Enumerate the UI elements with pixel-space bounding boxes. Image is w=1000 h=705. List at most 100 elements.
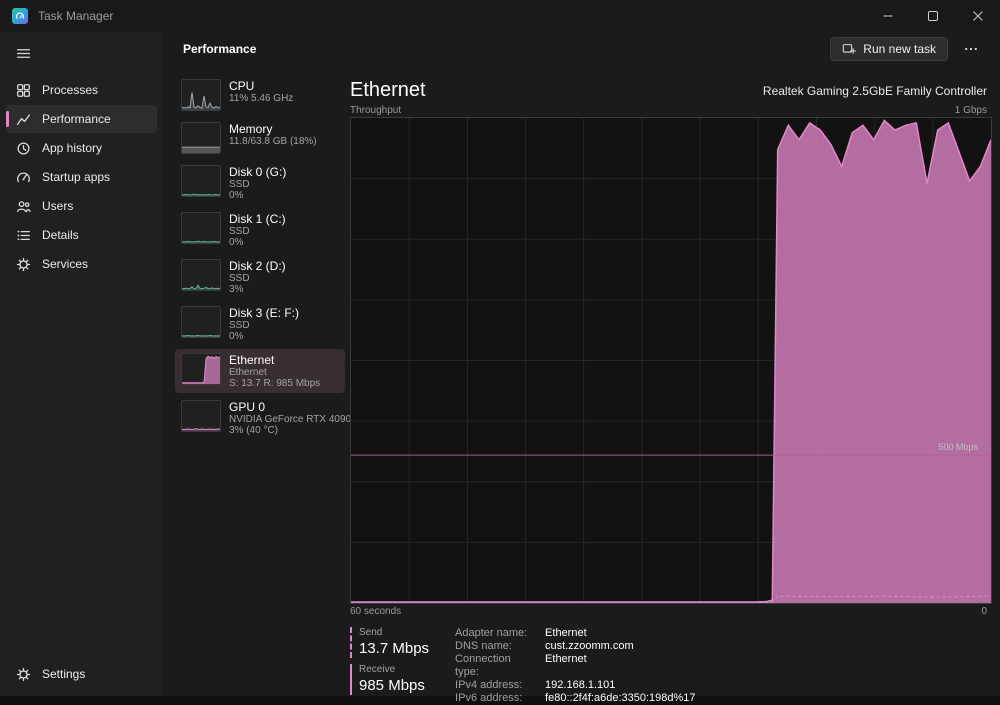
field-value: Ethernet [545, 653, 587, 665]
window-title: Task Manager [38, 9, 114, 23]
titlebar: Task Manager [0, 0, 1000, 32]
field-label: IPv4 address: [455, 679, 523, 691]
perf-item-text: Memory 11.8/63.8 GB (18%) [229, 122, 317, 154]
ethernet-throughput-chart [350, 117, 992, 604]
processes-icon [16, 83, 31, 98]
perf-item-title: Disk 3 (E: F:) [229, 306, 300, 320]
field-value: fe80::2f4f:a6de:3350:198d%17 [545, 692, 696, 704]
x-axis-right-label: 0 [981, 606, 987, 617]
chart-y-max-label: 1 Gbps [954, 105, 987, 116]
ethernet-detail-panel: Ethernet Realtek Gaming 2.5GbE Family Co… [345, 66, 1000, 704]
gpu-mini-chart [181, 400, 221, 432]
task-manager-window: Task Manager Processes Performance App h… [0, 0, 1000, 704]
field-label: IPv6 address: [455, 692, 523, 704]
field-label: DNS name: [455, 640, 512, 652]
adapter-model: Realtek Gaming 2.5GbE Family Controller [762, 84, 987, 98]
perf-item-subtitle: 0% [229, 331, 244, 342]
sidebar-item-label: Settings [42, 667, 86, 681]
selected-indicator [6, 111, 9, 127]
perf-item-ethernet[interactable]: Ethernet Ethernet S: 13.7 R: 985 Mbps [175, 349, 345, 393]
perf-item-title: Ethernet [229, 353, 275, 367]
chart-top-labels: Throughput 1 Gbps [350, 102, 987, 116]
maximize-button[interactable] [910, 0, 955, 32]
sidebar-item-label: App history [42, 141, 103, 155]
perf-item-disk-2[interactable]: Disk 2 (D:) SSD 3% [175, 255, 345, 299]
sidebar-item-users[interactable]: Users [6, 192, 157, 220]
perf-item-subtitle: Ethernet [229, 367, 267, 378]
perf-item-text: Disk 0 (G:) SSD 0% [229, 165, 286, 201]
perf-item-text: GPU 0 NVIDIA GeForce RTX 4090 3% (40 °C) [229, 400, 352, 436]
app-history-icon [16, 141, 31, 156]
run-new-task-label: Run new task [863, 42, 936, 56]
perf-item-title: Memory [229, 122, 273, 136]
hamburger-icon [16, 48, 31, 58]
services-gear-icon [16, 257, 31, 272]
sidebar-item-processes[interactable]: Processes [6, 76, 157, 104]
disk1-mini-chart [181, 212, 221, 244]
perf-item-subtitle: SSD [229, 273, 250, 284]
perf-item-title: CPU [229, 79, 255, 93]
chart-x-axis-labels: 60 seconds 0 [350, 606, 987, 619]
cpu-mini-chart [181, 79, 221, 111]
run-new-task-button[interactable]: Run new task [830, 37, 948, 61]
sidebar-item-label: Startup apps [42, 170, 111, 184]
perf-item-subtitle: SSD [229, 226, 250, 237]
performance-list: CPU 11% 5.46 GHz Memory 11.8/63.8 GB (18… [175, 66, 352, 696]
header-actions: Run new task [830, 37, 986, 61]
detail-header: Ethernet Realtek Gaming 2.5GbE Family Co… [350, 76, 987, 102]
field-value: cust.zzoomm.com [545, 640, 634, 652]
stats-row: Send 13.7 Mbps Receive 985 Mbps Adapter … [350, 627, 987, 705]
nav-menu-button[interactable] [6, 38, 157, 68]
minimize-button[interactable] [865, 0, 910, 32]
perf-item-subtitle: S: 13.7 R: 985 Mbps [229, 378, 321, 389]
field-label: Adapter name: [455, 627, 528, 639]
page-title: Performance [183, 42, 257, 56]
sidebar-item-services[interactable]: Services [6, 250, 157, 278]
perf-item-subtitle: SSD [229, 179, 250, 190]
field-value: 192.168.1.101 [545, 679, 616, 691]
performance-page: CPU 11% 5.46 GHz Memory 11.8/63.8 GB (18… [163, 66, 1000, 704]
perf-item-subtitle: 0% [229, 237, 244, 248]
details-icon [16, 228, 31, 243]
throughput-chart-container: 500 Mbps [350, 117, 992, 604]
more-options-button[interactable] [956, 37, 986, 61]
send-stat: Send 13.7 Mbps [350, 627, 429, 658]
disk2-mini-chart [181, 259, 221, 291]
perf-item-subtitle: 11.8/63.8 GB (18%) [229, 136, 317, 147]
send-value: 13.7 Mbps [359, 640, 430, 657]
main-content: Performance Run new task CPU 11% 5.46 GH… [163, 32, 1000, 704]
sidebar-item-app-history[interactable]: App history [6, 134, 157, 162]
perf-item-title: Disk 0 (G:) [229, 165, 287, 179]
perf-item-gpu-0[interactable]: GPU 0 NVIDIA GeForce RTX 4090 3% (40 °C) [175, 396, 352, 440]
adapter-fields: Adapter name: Ethernet DNS name: cust.zz… [455, 627, 695, 705]
sidebar-item-label: Performance [42, 112, 111, 126]
performance-icon [16, 112, 31, 127]
perf-item-subtitle: SSD [229, 320, 250, 331]
close-button[interactable] [955, 0, 1000, 32]
sidebar-item-details[interactable]: Details [6, 221, 157, 249]
perf-item-memory[interactable]: Memory 11.8/63.8 GB (18%) [175, 118, 345, 158]
perf-item-disk-1[interactable]: Disk 1 (C:) SSD 0% [175, 208, 345, 252]
perf-item-subtitle: NVIDIA GeForce RTX 4090 [229, 414, 352, 425]
new-task-icon [843, 44, 857, 54]
sidebar-item-settings[interactable]: Settings [6, 660, 157, 688]
perf-item-disk-0[interactable]: Disk 0 (G:) SSD 0% [175, 161, 345, 205]
sidebar-item-label: Services [42, 257, 89, 271]
titlebar-left: Task Manager [0, 8, 865, 24]
perf-item-text: Ethernet Ethernet S: 13.7 R: 985 Mbps [229, 353, 320, 389]
detail-title: Ethernet [350, 79, 426, 101]
disk3-mini-chart [181, 306, 221, 338]
perf-item-cpu[interactable]: CPU 11% 5.46 GHz [175, 75, 345, 115]
send-receive-stats: Send 13.7 Mbps Receive 985 Mbps [350, 627, 429, 705]
ref-line-label: 500 Mbps [938, 442, 978, 453]
sidebar-item-startup-apps[interactable]: Startup apps [6, 163, 157, 191]
perf-item-title: Disk 2 (D:) [229, 259, 286, 273]
sidebar-item-label: Details [42, 228, 79, 242]
perf-item-disk-3[interactable]: Disk 3 (E: F:) SSD 0% [175, 302, 345, 346]
startup-apps-icon [16, 170, 31, 185]
chart-y-axis-title: Throughput [350, 105, 402, 116]
sidebar-item-performance[interactable]: Performance [6, 105, 157, 133]
sidebar-item-label: Users [42, 199, 74, 213]
field-label: Connection type: [455, 653, 511, 678]
receive-stat: Receive 985 Mbps [350, 664, 429, 695]
